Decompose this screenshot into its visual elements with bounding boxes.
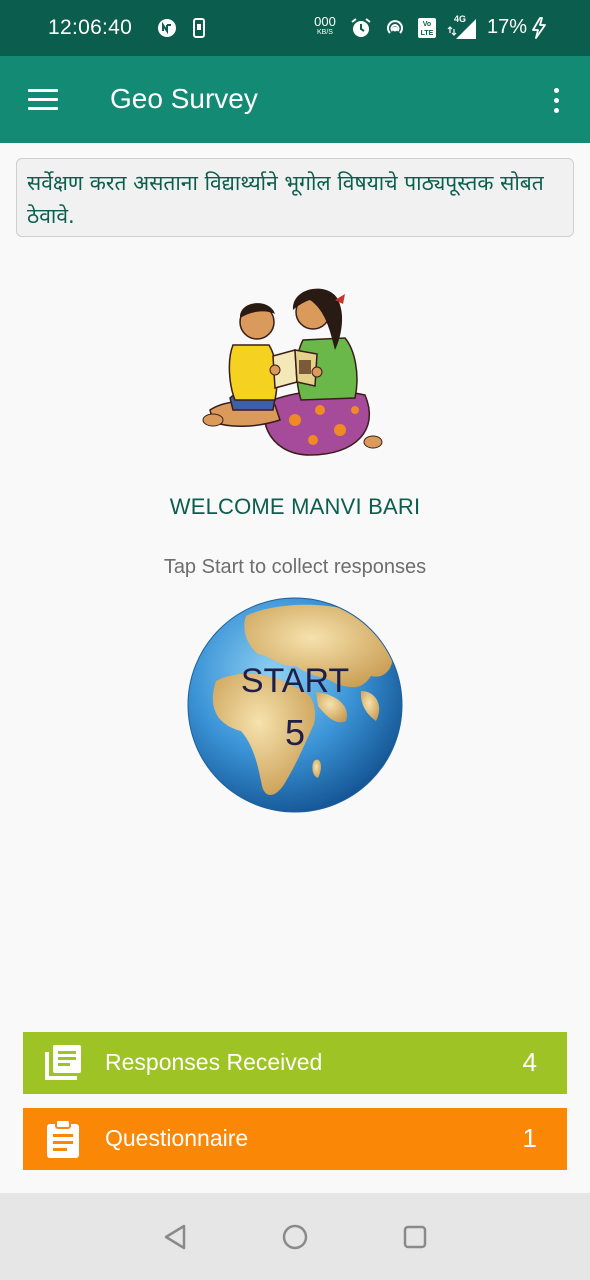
signal-icon: 4G <box>446 13 478 41</box>
responses-icon <box>41 1042 85 1084</box>
responses-received-label: Responses Received <box>105 1049 323 1075</box>
alarm-icon <box>349 17 373 39</box>
overflow-icon[interactable] <box>540 80 572 120</box>
responses-received-card[interactable]: Responses Received 4 <box>23 1032 567 1094</box>
notice-text: सर्वेक्षण करत असताना विद्यार्थ्याने भूगो… <box>16 158 574 237</box>
net-speed-value: 000 <box>314 14 336 29</box>
system-nav-bar <box>0 1193 590 1280</box>
app-title: Geo Survey <box>110 83 258 114</box>
hotspot-icon <box>383 17 407 39</box>
net-speed: 000 KB/S <box>310 15 340 36</box>
clipboard-icon <box>41 1118 85 1160</box>
status-time: 12:06:40 <box>48 16 133 39</box>
welcome-text: WELCOME MANVI BARI <box>169 494 421 519</box>
volte-icon: Vo LTE <box>416 17 438 39</box>
start-button[interactable]: START 5 <box>186 596 404 814</box>
svg-text:4G: 4G <box>454 14 466 24</box>
svg-text:LTE: LTE <box>421 30 434 37</box>
questionnaire-card[interactable]: Questionnaire 1 <box>23 1108 567 1170</box>
back-icon[interactable] <box>155 1219 195 1255</box>
battery-percent: 17% <box>487 16 528 38</box>
app-bar: Geo Survey <box>0 56 590 143</box>
status-bar: 12:06:40 000 KB/S Vo LTE 4G 17% <box>0 0 590 56</box>
children-reading-illustration <box>195 270 395 465</box>
menu-icon[interactable] <box>22 78 64 120</box>
globe-icon <box>187 597 403 813</box>
charging-icon <box>530 17 548 39</box>
start-count: 5 <box>284 712 306 753</box>
phone-icon <box>190 17 208 39</box>
questionnaire-count: 1 <box>522 1123 537 1153</box>
questionnaire-label: Questionnaire <box>105 1125 249 1151</box>
start-hint: Tap Start to collect responses <box>163 556 427 578</box>
home-icon[interactable] <box>275 1219 315 1255</box>
svg-text:Vo: Vo <box>423 21 431 28</box>
responses-received-count: 4 <box>522 1047 537 1077</box>
recents-icon[interactable] <box>395 1219 435 1255</box>
sync-icon <box>156 17 178 39</box>
start-label: START <box>240 662 350 700</box>
net-speed-unit: KB/S <box>317 29 333 36</box>
